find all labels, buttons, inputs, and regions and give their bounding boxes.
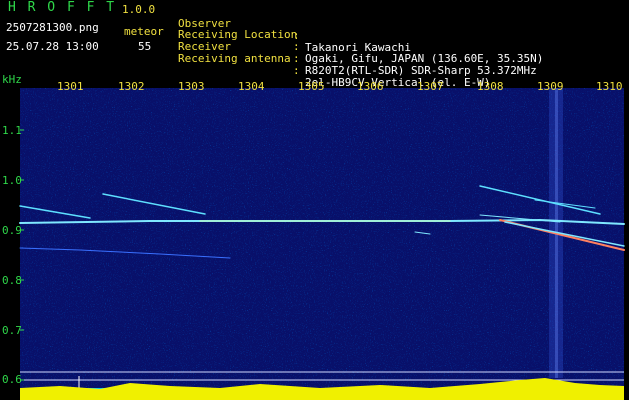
header-key: Receiving antenna [178, 52, 291, 65]
app-version: 1.0.0 [122, 3, 156, 16]
app-name: H R O F F T [8, 0, 117, 15]
file-name: 2507281300.png [6, 21, 99, 34]
x-tick-label: 1302 [118, 80, 145, 93]
y-tick-label: 0.8 [2, 274, 22, 287]
y-tick-label: 0.7 [2, 324, 22, 337]
y-tick-label: 1.0 [2, 174, 22, 187]
counter-label: meteor [124, 25, 164, 38]
x-tick-label: 1308 [477, 80, 504, 93]
counter-value: 55 [138, 40, 152, 53]
x-tick-label: 1305 [298, 80, 325, 93]
x-tick-label: 1310 [596, 80, 623, 93]
x-tick-label: 1307 [417, 80, 444, 93]
x-tick-label: 1306 [357, 80, 384, 93]
header-separator: : [293, 64, 300, 77]
x-tick-label: 1303 [178, 80, 205, 93]
y-axis-unit: kHz [2, 73, 22, 86]
y-tick-label: 1.1 [2, 124, 22, 137]
x-tick-label: 1309 [537, 80, 564, 93]
y-tick-label: 0.6 [2, 373, 22, 386]
spectrum-sparkle [20, 88, 624, 400]
x-tick-label: 1304 [238, 80, 265, 93]
observation-datetime: 25.07.28 13:00 [6, 40, 99, 53]
header-value: 2el-HB9CV Vertical (el. E-W) [305, 76, 491, 89]
x-tick-label: 1301 [57, 80, 84, 93]
y-tick-label: 0.9 [2, 224, 22, 237]
